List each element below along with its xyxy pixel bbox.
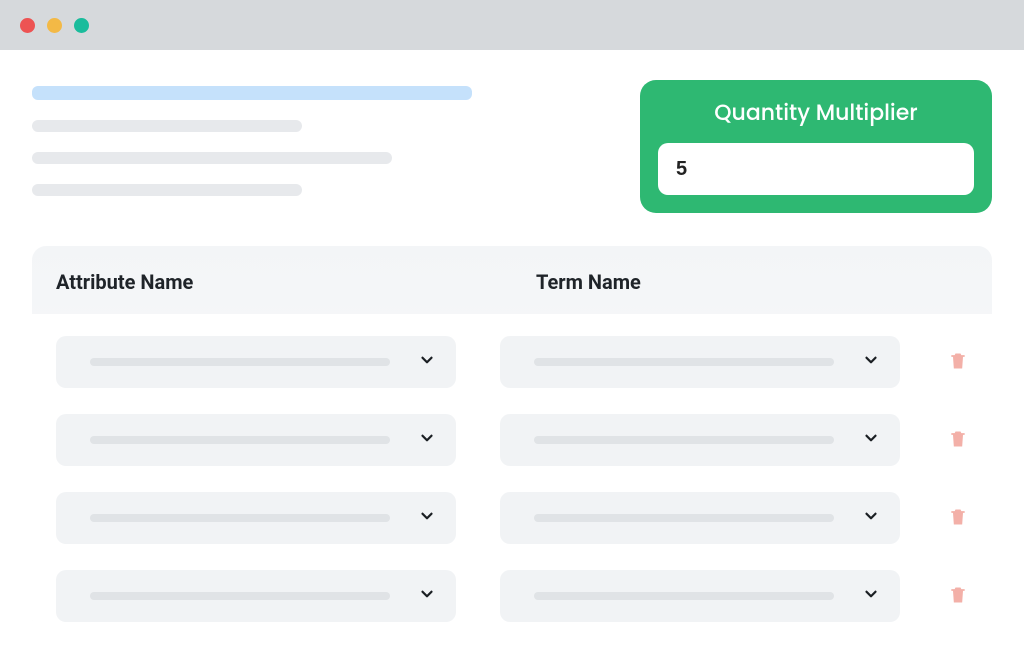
- table-row: [56, 492, 968, 544]
- column-header-attribute: Attribute Name: [56, 270, 456, 294]
- delete-row-button[interactable]: [944, 424, 972, 457]
- quantity-multiplier-label: Quantity Multiplier: [658, 96, 974, 129]
- delete-row-button[interactable]: [944, 580, 972, 613]
- placeholder-line: [90, 358, 390, 366]
- chevron-down-icon: [418, 351, 436, 373]
- window-titlebar: [0, 0, 1024, 50]
- trash-icon: [948, 506, 968, 531]
- chevron-down-icon: [862, 429, 880, 451]
- placeholder-line: [534, 514, 834, 522]
- trash-icon: [948, 584, 968, 609]
- attribute-select[interactable]: [56, 570, 456, 622]
- table-row: [56, 570, 968, 622]
- placeholder-line: [90, 592, 390, 600]
- placeholder-line: [90, 436, 390, 444]
- table-body: [32, 314, 992, 632]
- minimize-dot-icon[interactable]: [47, 18, 62, 33]
- close-dot-icon[interactable]: [20, 18, 35, 33]
- table-row: [56, 336, 968, 388]
- skeleton-line: [32, 152, 392, 164]
- delete-row-button[interactable]: [944, 502, 972, 535]
- table-header: Attribute Name Term Name: [32, 246, 992, 314]
- chevron-down-icon: [862, 585, 880, 607]
- attribute-select[interactable]: [56, 492, 456, 544]
- placeholder-line: [90, 514, 390, 522]
- attribute-select[interactable]: [56, 336, 456, 388]
- term-select[interactable]: [500, 336, 900, 388]
- quantity-multiplier-card: Quantity Multiplier: [640, 80, 992, 213]
- placeholder-line: [534, 592, 834, 600]
- chevron-down-icon: [418, 585, 436, 607]
- chevron-down-icon: [418, 429, 436, 451]
- main-content: Quantity Multiplier Attribute Name Term …: [0, 50, 1024, 632]
- header-skeleton: [32, 86, 592, 196]
- chevron-down-icon: [862, 507, 880, 529]
- term-select[interactable]: [500, 492, 900, 544]
- placeholder-line: [534, 358, 834, 366]
- column-header-term: Term Name: [536, 270, 936, 294]
- term-select[interactable]: [500, 570, 900, 622]
- trash-icon: [948, 428, 968, 453]
- chevron-down-icon: [862, 351, 880, 373]
- placeholder-line: [534, 436, 834, 444]
- table-row: [56, 414, 968, 466]
- skeleton-line: [32, 86, 472, 100]
- quantity-multiplier-input[interactable]: [658, 143, 974, 195]
- attributes-table: Attribute Name Term Name: [32, 246, 992, 632]
- skeleton-line: [32, 120, 302, 132]
- delete-row-button[interactable]: [944, 346, 972, 379]
- chevron-down-icon: [418, 507, 436, 529]
- term-select[interactable]: [500, 414, 900, 466]
- trash-icon: [948, 350, 968, 375]
- maximize-dot-icon[interactable]: [74, 18, 89, 33]
- attribute-select[interactable]: [56, 414, 456, 466]
- skeleton-line: [32, 184, 302, 196]
